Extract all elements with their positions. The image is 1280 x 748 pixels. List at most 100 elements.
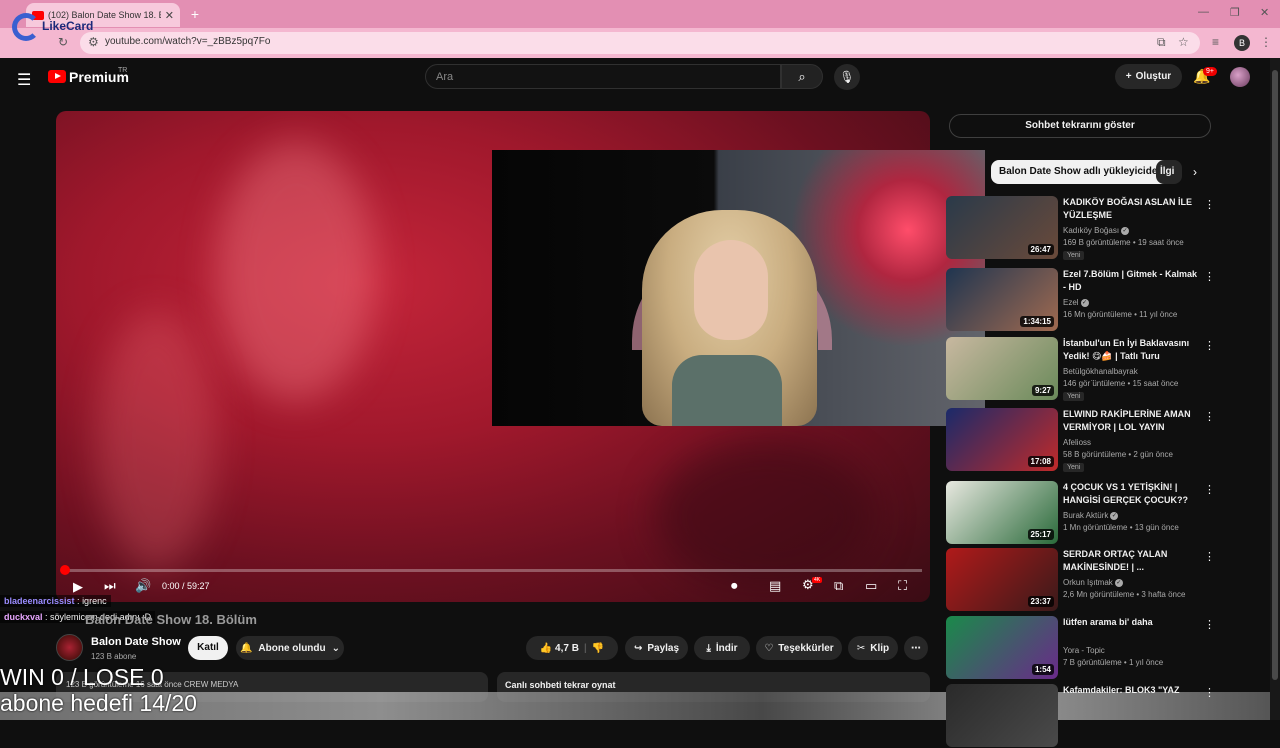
extensions-icon[interactable]: ≡ bbox=[1212, 35, 1219, 49]
search-button[interactable]: ⌕ bbox=[781, 64, 823, 89]
subscribed-button[interactable]: 🔔 Abone olundu ⌄ bbox=[236, 636, 344, 660]
channel-label: Ezel bbox=[1063, 298, 1079, 307]
recommendation-item[interactable]: 25:17 4 ÇOCUK VS 1 YETİŞKİN! | HANGİSİ GE… bbox=[946, 481, 1226, 545]
more-options-icon[interactable]: ⋮ bbox=[1204, 198, 1215, 211]
win-lose-counter: WIN 0 / LOSE 0 bbox=[0, 664, 164, 690]
more-options-icon[interactable]: ⋮ bbox=[1204, 410, 1215, 423]
video-thumbnail[interactable]: 17:08 bbox=[946, 408, 1058, 471]
close-window-icon[interactable]: ✕ bbox=[1260, 6, 1269, 19]
chip-from-uploader[interactable]: Balon Date Show adlı yükleyiciden bbox=[991, 160, 1172, 184]
video-thumbnail[interactable]: 25:17 bbox=[946, 481, 1058, 544]
video-thumbnail[interactable]: 26:47 bbox=[946, 196, 1058, 259]
progress-scrubber[interactable] bbox=[60, 565, 70, 575]
thumbs-down-icon[interactable]: 👎 bbox=[592, 643, 604, 654]
video-title[interactable]: ELWIND RAKİPLERİNE AMAN VERMİYOR | LOL Y… bbox=[1063, 408, 1198, 434]
video-progress-bar[interactable] bbox=[60, 565, 922, 575]
menu-icon[interactable]: ☰ bbox=[17, 70, 31, 90]
minimize-icon[interactable]: — bbox=[1198, 6, 1209, 18]
new-badge: Yeni bbox=[1063, 251, 1085, 260]
chevron-right-icon[interactable]: › bbox=[1193, 165, 1197, 179]
browser-profile-avatar[interactable]: B bbox=[1234, 35, 1250, 51]
page-scrollbar-thumb[interactable] bbox=[1272, 70, 1278, 680]
video-title[interactable]: 4 ÇOCUK VS 1 YETİŞKİN! | HANGİSİ GERÇEK … bbox=[1063, 481, 1198, 507]
video-channel[interactable]: Afelioss bbox=[1063, 438, 1091, 447]
video-channel[interactable]: Orkun Işıtmak ✓ bbox=[1063, 578, 1123, 587]
more-options-icon[interactable]: ⋮ bbox=[1204, 483, 1215, 496]
more-actions-button[interactable]: ⋯ bbox=[904, 636, 928, 660]
more-options-icon[interactable]: ⋮ bbox=[1204, 686, 1215, 699]
webcam-overlay bbox=[492, 150, 985, 426]
channel-name[interactable]: Balon Date Show bbox=[91, 636, 181, 648]
recommendation-item[interactable]: 9:27 İstanbul'un En İyi Baklavasını Yedik… bbox=[946, 337, 1226, 401]
subscriber-count: 123 B abone bbox=[91, 652, 137, 661]
new-tab-icon[interactable]: + bbox=[186, 6, 204, 24]
video-title[interactable]: SERDAR ORTAÇ YALAN MAKİNESİNDE! | ... bbox=[1063, 548, 1198, 574]
volume-icon[interactable]: 🔊 bbox=[135, 578, 151, 594]
browser-menu-icon[interactable]: ⋮ bbox=[1260, 35, 1272, 49]
create-button[interactable]: + Oluştur bbox=[1115, 64, 1182, 89]
next-video-icon[interactable]: ⏭ bbox=[104, 578, 116, 594]
video-time: 0:00 / 59:27 bbox=[162, 581, 210, 591]
tab-close-icon[interactable]: ✕ bbox=[165, 9, 174, 22]
download-button[interactable]: ⤓ İndir bbox=[694, 636, 750, 660]
bookmark-star-icon[interactable]: ☆ bbox=[1178, 35, 1189, 49]
video-duration: 25:17 bbox=[1027, 529, 1054, 540]
recommendation-item[interactable]: 23:37 SERDAR ORTAÇ YALAN MAKİNESİNDE! | .… bbox=[946, 548, 1226, 612]
recommendation-item[interactable]: 26:47 KADIKÖY BOĞASI ASLAN İLE YÜZLEŞME Ka… bbox=[946, 196, 1226, 260]
channel-avatar[interactable] bbox=[56, 634, 83, 661]
video-title[interactable]: Kafamdakiler: BLOK3 "YAZ bbox=[1063, 684, 1198, 697]
video-thumbnail[interactable]: 9:27 bbox=[946, 337, 1058, 400]
video-thumbnail[interactable]: 23:37 bbox=[946, 548, 1058, 611]
create-label: Oluştur bbox=[1135, 71, 1172, 82]
chat-separator: : bbox=[74, 596, 83, 606]
maximize-icon[interactable]: ❐ bbox=[1230, 6, 1240, 19]
play-icon[interactable]: ▶ bbox=[73, 579, 83, 595]
video-thumbnail[interactable]: 1:54 bbox=[946, 616, 1058, 679]
video-channel[interactable]: Kadıköy Boğası ✓ bbox=[1063, 226, 1130, 235]
fullscreen-icon[interactable]: ⛶ bbox=[898, 578, 907, 594]
video-channel[interactable]: Ezel ✓ bbox=[1063, 298, 1089, 307]
like-button[interactable]: 👍 4,7 B bbox=[540, 643, 579, 654]
video-channel[interactable]: Burak Aktürk ✓ bbox=[1063, 511, 1119, 520]
video-meta: 16 Mn görüntüleme • 11 yıl önce bbox=[1063, 310, 1178, 319]
video-title[interactable]: KADIKÖY BOĞASI ASLAN İLE YÜZLEŞME bbox=[1063, 196, 1198, 222]
video-title[interactable]: İstanbul'un En İyi Baklavasını Yedik! 😋🍰… bbox=[1063, 337, 1198, 363]
more-options-icon[interactable]: ⋮ bbox=[1204, 618, 1215, 631]
video-duration: 9:27 bbox=[1031, 385, 1054, 396]
voice-search-button[interactable]: 🎙 bbox=[834, 64, 860, 90]
miniplayer-icon[interactable]: ⧉ bbox=[834, 578, 843, 594]
subtitles-icon[interactable]: ▤ bbox=[769, 578, 781, 594]
streamer-face bbox=[694, 240, 768, 340]
more-options-icon[interactable]: ⋮ bbox=[1204, 550, 1215, 563]
verified-check-icon: ✓ bbox=[1114, 578, 1123, 587]
video-channel[interactable]: Betülgökhanalbayrak bbox=[1063, 367, 1138, 376]
channel-label: Afelioss bbox=[1063, 438, 1092, 447]
recommendation-item[interactable]: 17:08 ELWIND RAKİPLERİNE AMAN VERMİYOR | … bbox=[946, 408, 1226, 472]
video-title[interactable]: lütfen arama bi' daha bbox=[1063, 616, 1198, 629]
recommendation-item[interactable]: 1:54 lütfen arama bi' daha Yora - Topic 7 B… bbox=[946, 616, 1226, 680]
chat-message: bladeenarcissist : igrenc bbox=[0, 595, 111, 607]
clip-button[interactable]: ✂ Klip bbox=[848, 636, 898, 660]
youtube-logo-icon[interactable] bbox=[48, 70, 66, 83]
recommendation-item[interactable]: Kafamdakiler: BLOK3 "YAZ ⋮ bbox=[946, 684, 1226, 748]
more-options-icon[interactable]: ⋮ bbox=[1204, 270, 1215, 283]
thanks-button[interactable]: ♡ Teşekkürler bbox=[756, 636, 842, 660]
recommendation-item[interactable]: 1:34:15 Ezel 7.Bölüm | Gitmek - Kalmak - … bbox=[946, 268, 1226, 332]
theater-mode-icon[interactable]: ▭ bbox=[865, 578, 877, 594]
share-button[interactable]: ↪ Paylaş bbox=[625, 636, 688, 660]
show-chat-replay-button[interactable]: Sohbet tekrarını göster bbox=[949, 114, 1211, 138]
video-thumbnail[interactable] bbox=[946, 684, 1058, 747]
share-icon: ↪ bbox=[633, 642, 643, 654]
search-input[interactable]: Ara bbox=[425, 64, 781, 89]
install-app-icon[interactable]: ⧉ bbox=[1157, 35, 1166, 50]
video-title[interactable]: Ezel 7.Bölüm | Gitmek - Kalmak - HD bbox=[1063, 268, 1198, 294]
join-button[interactable]: Katıl bbox=[188, 636, 228, 660]
verified-check-icon: ✓ bbox=[1110, 511, 1119, 520]
share-label: Paylaş bbox=[647, 642, 680, 654]
user-avatar[interactable] bbox=[1230, 67, 1250, 87]
video-thumbnail[interactable]: 1:34:15 bbox=[946, 268, 1058, 331]
more-options-icon[interactable]: ⋮ bbox=[1204, 339, 1215, 352]
chip-related[interactable]: İlgi bbox=[1156, 160, 1182, 184]
video-channel[interactable]: Yora - Topic bbox=[1063, 646, 1105, 655]
autoplay-toggle-icon[interactable]: ⏺ bbox=[731, 578, 738, 594]
